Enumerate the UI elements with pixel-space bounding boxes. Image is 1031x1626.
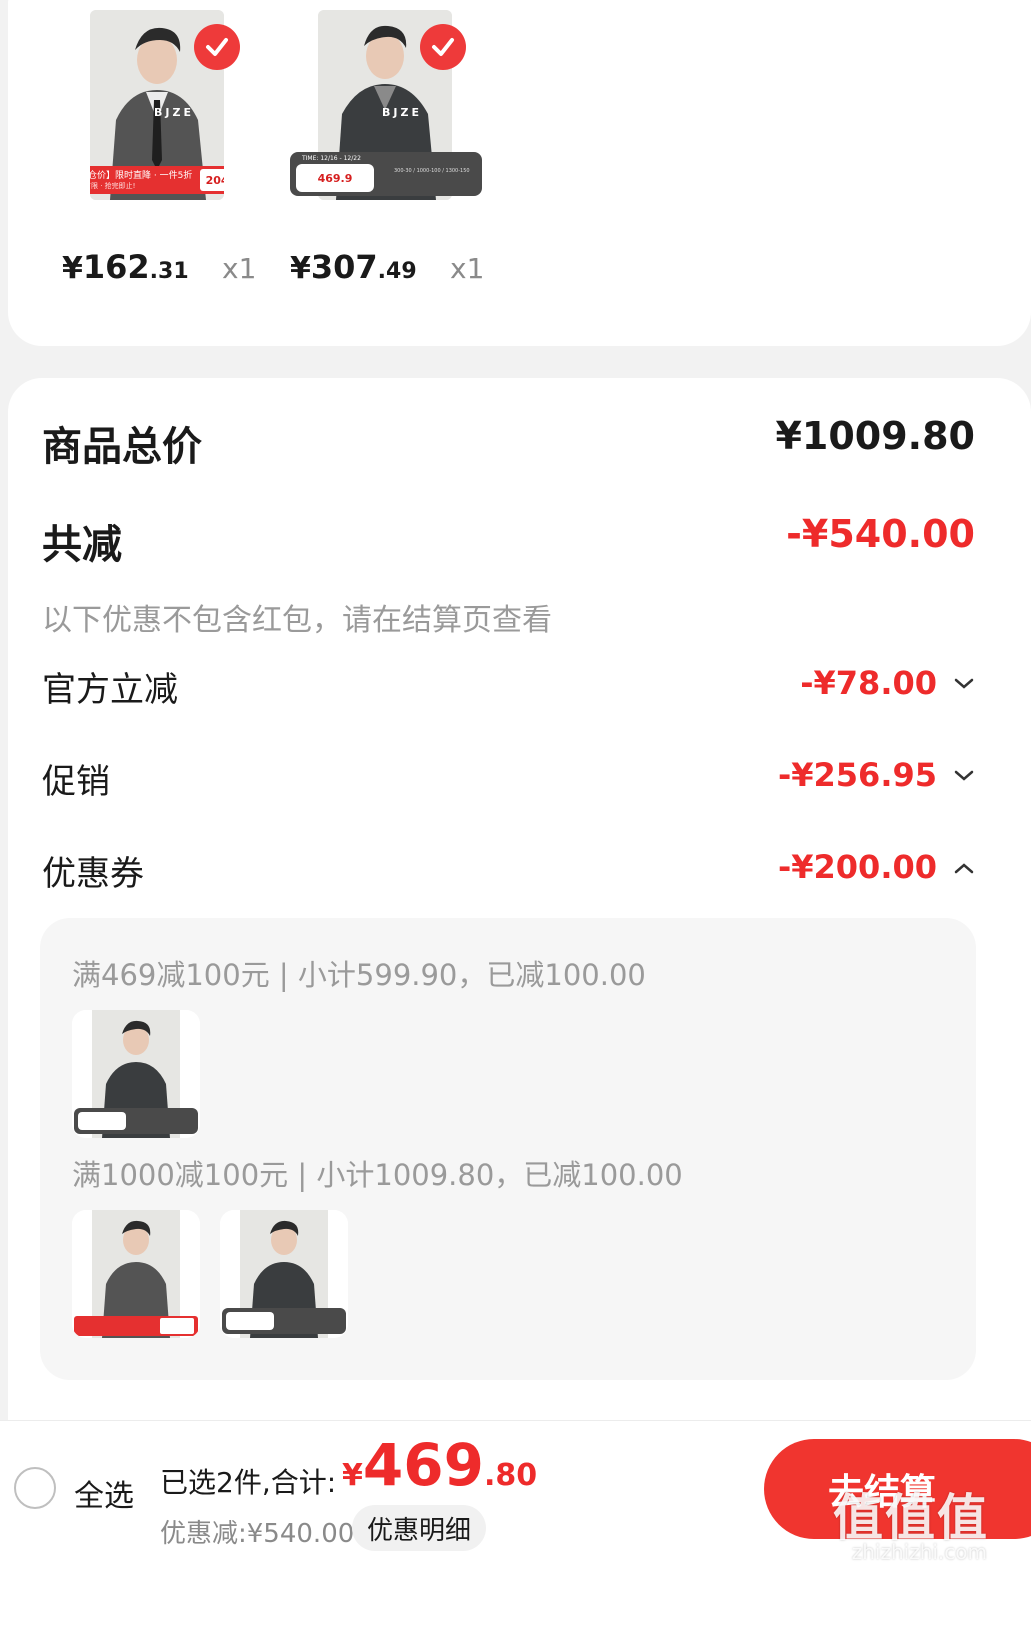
total-reduce-value: -¥540.00 — [786, 512, 975, 556]
discount-detail-button[interactable]: 优惠明细 — [352, 1505, 486, 1551]
product-qty-1: x1 — [222, 252, 257, 285]
select-all-label[interactable]: 全选 — [74, 1471, 134, 1515]
promo-tag-price: 469.9 — [296, 164, 374, 192]
discount-note: 以下优惠不包含红包，请在结算页查看 — [42, 603, 552, 638]
product-price-1: ¥162.31 — [62, 248, 189, 286]
watermark-url: zhizhizhi.com — [851, 1540, 987, 1564]
brand-logo: BJZE — [382, 106, 422, 119]
selected-check-icon[interactable] — [420, 24, 466, 70]
official-discount-value[interactable]: -¥78.00 — [800, 664, 937, 702]
total-price-value: ¥1009.80 — [775, 414, 975, 458]
coupon-rule-2: 满1000减100元 | 小计1009.80，已减100.00 — [72, 1158, 683, 1192]
model-photo — [72, 1010, 200, 1138]
coupon-product-thumb[interactable] — [72, 1210, 200, 1338]
coupon-detail-panel: 满469减100元 | 小计599.90，已减100.00 满1000减100元… — [40, 918, 976, 1380]
selected-total: ¥469.80 — [342, 1431, 538, 1499]
coupon-product-thumb[interactable] — [72, 1010, 200, 1138]
brand-logo: BJZE — [154, 106, 194, 119]
chevron-down-icon[interactable] — [939, 664, 989, 704]
discount-summary: 优惠减:¥540.00 — [160, 1519, 355, 1549]
promo-tag: 【清仓价】限时直降 · 一件5折 数量有限 · 抢完即止! 204.9 — [90, 166, 224, 194]
product-qty-2: x1 — [450, 252, 485, 285]
select-all-radio[interactable] — [14, 1467, 56, 1509]
coupon-rule-1: 满469减100元 | 小计599.90，已减100.00 — [72, 958, 646, 992]
total-reduce-label: 共减 — [42, 522, 122, 568]
promotion-value[interactable]: -¥256.95 — [778, 756, 937, 794]
promo-tag: TIME: 12/16 - 12/22 469.9 300-30 / 1000-… — [290, 152, 482, 196]
model-photo — [220, 1210, 348, 1338]
coupon-product-thumb[interactable] — [220, 1210, 348, 1338]
promo-tag-price: 204.9 — [200, 169, 224, 191]
coupon-value[interactable]: -¥200.00 — [778, 848, 937, 886]
chevron-down-icon[interactable] — [939, 756, 989, 796]
total-price-label: 商品总价 — [42, 424, 202, 470]
selected-summary: 已选2件,合计: — [160, 1466, 337, 1499]
coupon-label: 优惠券 — [42, 854, 144, 894]
selected-check-icon[interactable] — [194, 24, 240, 70]
promotion-label: 促销 — [42, 762, 110, 802]
official-discount-label: 官方立减 — [42, 670, 178, 710]
product-price-2: ¥307.49 — [290, 248, 417, 286]
chevron-up-icon[interactable] — [939, 848, 989, 888]
model-photo — [72, 1210, 200, 1338]
